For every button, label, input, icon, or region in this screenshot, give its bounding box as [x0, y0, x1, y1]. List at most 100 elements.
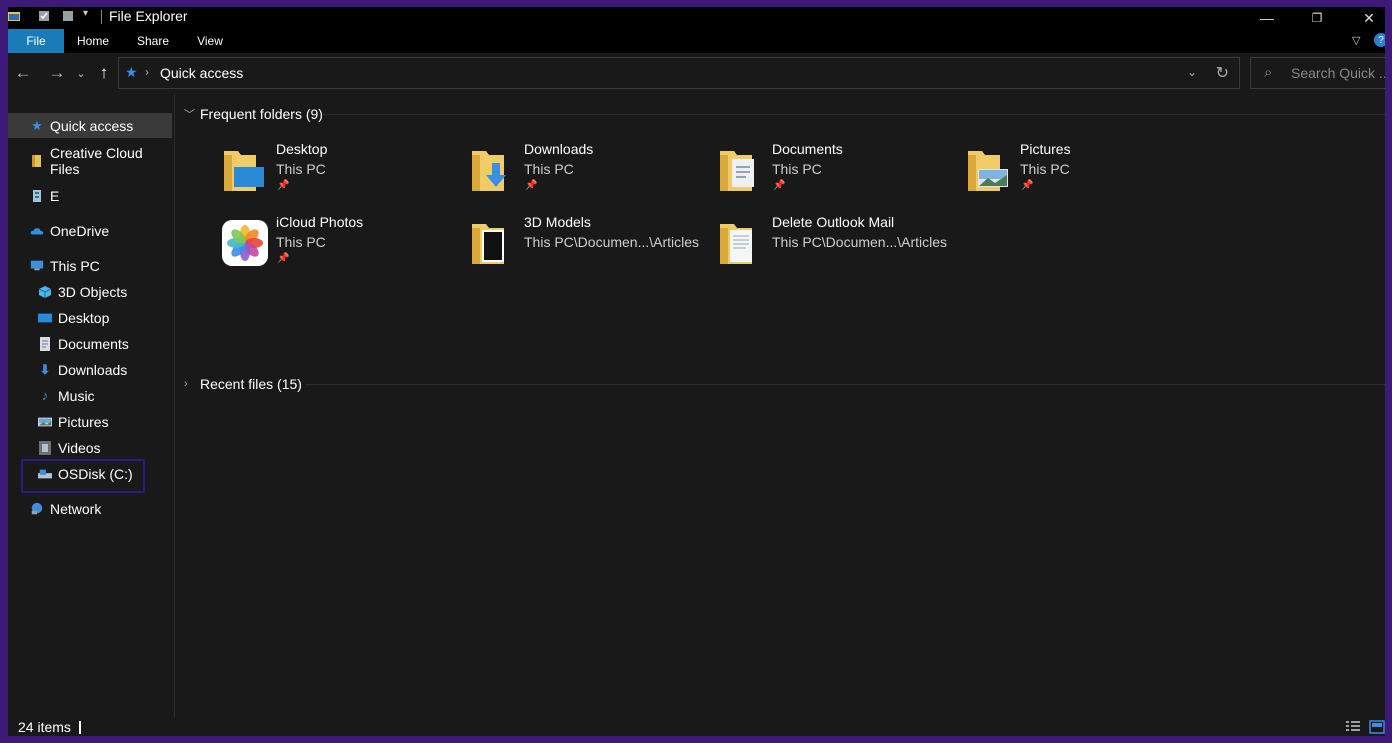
download-icon: ⬇ — [39, 361, 51, 377]
pin-icon: 📌 — [277, 180, 290, 191]
sidebar-item-onedrive[interactable]: OneDrive — [8, 218, 172, 243]
folder-tile-downloads[interactable]: Downloads This PC 📌 — [468, 141, 708, 201]
navigation-pane: ★ Quick access Creative Cloud Files E On… — [8, 102, 174, 718]
properties-icon[interactable] — [38, 10, 50, 22]
sidebar-item-videos[interactable]: Videos — [8, 435, 172, 460]
folder-tile-documents[interactable]: Documents This PC 📌 — [716, 141, 956, 201]
customize-toolbar-chevron-icon[interactable]: ▾ — [83, 8, 95, 20]
sidebar-item-music[interactable]: ♪ Music — [8, 383, 172, 408]
sidebar-item-e[interactable]: E — [8, 183, 172, 208]
breadcrumb-chevron-icon[interactable]: › — [145, 65, 149, 79]
pin-icon: 📌 — [773, 180, 786, 191]
large-icons-view-icon[interactable] — [1369, 720, 1385, 734]
group-header-recent-files[interactable]: › Recent files (15) — [184, 374, 302, 394]
forward-arrow-icon: → — [48, 63, 66, 82]
status-bar: 24 items — [8, 718, 1385, 736]
item-count: 24 items — [18, 719, 71, 735]
document-icon — [38, 336, 52, 351]
sidebar-item-label: Quick access — [50, 117, 134, 134]
tab-view[interactable]: View — [190, 29, 230, 53]
group-divider — [323, 114, 1385, 115]
pictures-folder-icon — [968, 151, 1008, 191]
sidebar-item-label: Creative Cloud Files — [50, 144, 143, 177]
file-explorer-window: ▾ File Explorer — ❐ ✕ File Home Share Vi… — [8, 7, 1385, 736]
folder-name: Delete Outlook Mail — [772, 214, 895, 230]
tab-file[interactable]: File — [8, 29, 64, 53]
sidebar-item-desktop[interactable]: Desktop — [8, 305, 172, 330]
group-count: (9) — [305, 106, 323, 122]
close-button[interactable]: ✕ — [1346, 7, 1385, 29]
folder-name: Desktop — [276, 141, 328, 157]
address-bar[interactable]: ★ › Quick access ⌄ ↻ — [118, 57, 1240, 89]
group-header-frequent-folders[interactable]: ﹀ Frequent folders (9) — [184, 104, 323, 124]
folder-tile-desktop[interactable]: Desktop This PC 📌 — [220, 141, 460, 201]
folder-name: Pictures — [1020, 141, 1071, 157]
sidebar-item-3d-objects[interactable]: 3D Objects — [8, 279, 172, 304]
new-folder-icon[interactable] — [62, 10, 74, 22]
search-input[interactable] — [1291, 64, 1385, 82]
folder-tile-3d-models[interactable]: 3D Models This PC\Documen...\Articles — [468, 214, 708, 274]
sidebar-item-label: 3D Objects — [58, 283, 128, 300]
sidebar-item-documents[interactable]: Documents — [8, 331, 172, 356]
minimize-icon: — — [1260, 10, 1274, 26]
sidebar-item-label: Desktop — [58, 309, 110, 326]
folder-location: This PC — [772, 161, 822, 177]
network-icon — [30, 502, 44, 516]
group-divider — [305, 384, 1385, 385]
osdisk-selection-highlight — [21, 459, 145, 493]
search-box[interactable]: ⌕ — [1250, 57, 1385, 89]
desktop-icon — [38, 311, 52, 325]
folder-name: 3D Models — [524, 214, 591, 230]
ribbon-tabs: File Home Share View ▽ ? — [8, 29, 1385, 53]
address-dropdown-icon[interactable]: ⌄ — [1187, 65, 1197, 79]
onedrive-icon — [30, 224, 44, 238]
details-view-icon[interactable] — [1345, 720, 1361, 734]
folder-location: This PC — [1020, 161, 1070, 177]
window-title: File Explorer — [109, 8, 188, 24]
recent-locations-button[interactable]: ⌄ — [70, 62, 92, 84]
status-separator — [79, 721, 81, 734]
expand-ribbon-chevron-icon[interactable]: ▽ — [1352, 34, 1360, 47]
folder-tile-pictures[interactable]: Pictures This PC 📌 — [964, 141, 1204, 201]
downloads-folder-icon — [472, 151, 506, 191]
title-separator — [101, 10, 102, 24]
sidebar-item-pictures[interactable]: Pictures — [8, 409, 172, 434]
cloud-folder-icon — [30, 154, 44, 168]
help-icon[interactable]: ? — [1374, 33, 1385, 47]
folder-location: This PC — [276, 161, 326, 177]
folder-name: Downloads — [524, 141, 594, 157]
pin-icon: 📌 — [1021, 180, 1034, 191]
star-icon: ★ — [125, 64, 138, 80]
navigation-bar: ← → ⌄ ↑ ★ › Quick access ⌄ ↻ ⌕ — [8, 53, 1385, 94]
close-icon: ✕ — [1363, 9, 1375, 26]
forward-button[interactable]: → — [46, 62, 68, 84]
sidebar-item-this-pc[interactable]: This PC — [8, 253, 172, 278]
up-arrow-icon: ↑ — [99, 63, 109, 82]
sidebar-item-network[interactable]: Network — [8, 496, 172, 521]
folder-tile-delete-outlook-mail[interactable]: Delete Outlook Mail This PC\Documen...\A… — [716, 214, 956, 274]
icloud-photos-icon — [222, 220, 268, 266]
desktop-folder-icon — [224, 151, 264, 191]
folder-location: This PC — [276, 234, 326, 250]
search-icon: ⌕ — [1264, 64, 1273, 81]
sidebar-item-downloads[interactable]: ⬇ Downloads — [8, 357, 172, 382]
explorer-app-icon[interactable] — [8, 10, 20, 22]
tab-share[interactable]: Share — [132, 29, 174, 53]
address-path[interactable]: Quick access — [160, 65, 243, 81]
sidebar-item-label: This PC — [50, 257, 100, 274]
sidebar-item-label: Network — [50, 500, 102, 517]
sidebar-item-quick-access[interactable]: ★ Quick access — [8, 113, 172, 138]
music-icon: ♪ — [41, 388, 49, 403]
folder-location: This PC — [524, 161, 574, 177]
drive-icon — [30, 189, 44, 203]
cube-icon — [38, 285, 52, 299]
refresh-icon[interactable]: ↻ — [1216, 63, 1229, 83]
back-button[interactable]: ← — [12, 62, 34, 84]
sidebar-item-creative-cloud-files[interactable]: Creative Cloud Files — [8, 145, 172, 177]
folder-tile-icloud-photos[interactable]: iCloud Photos This PC 📌 — [220, 214, 460, 274]
computer-icon — [30, 259, 44, 273]
minimize-button[interactable]: — — [1244, 7, 1290, 29]
tab-home[interactable]: Home — [72, 29, 114, 53]
up-button[interactable]: ↑ — [93, 62, 115, 84]
restore-button[interactable]: ❐ — [1294, 7, 1340, 29]
